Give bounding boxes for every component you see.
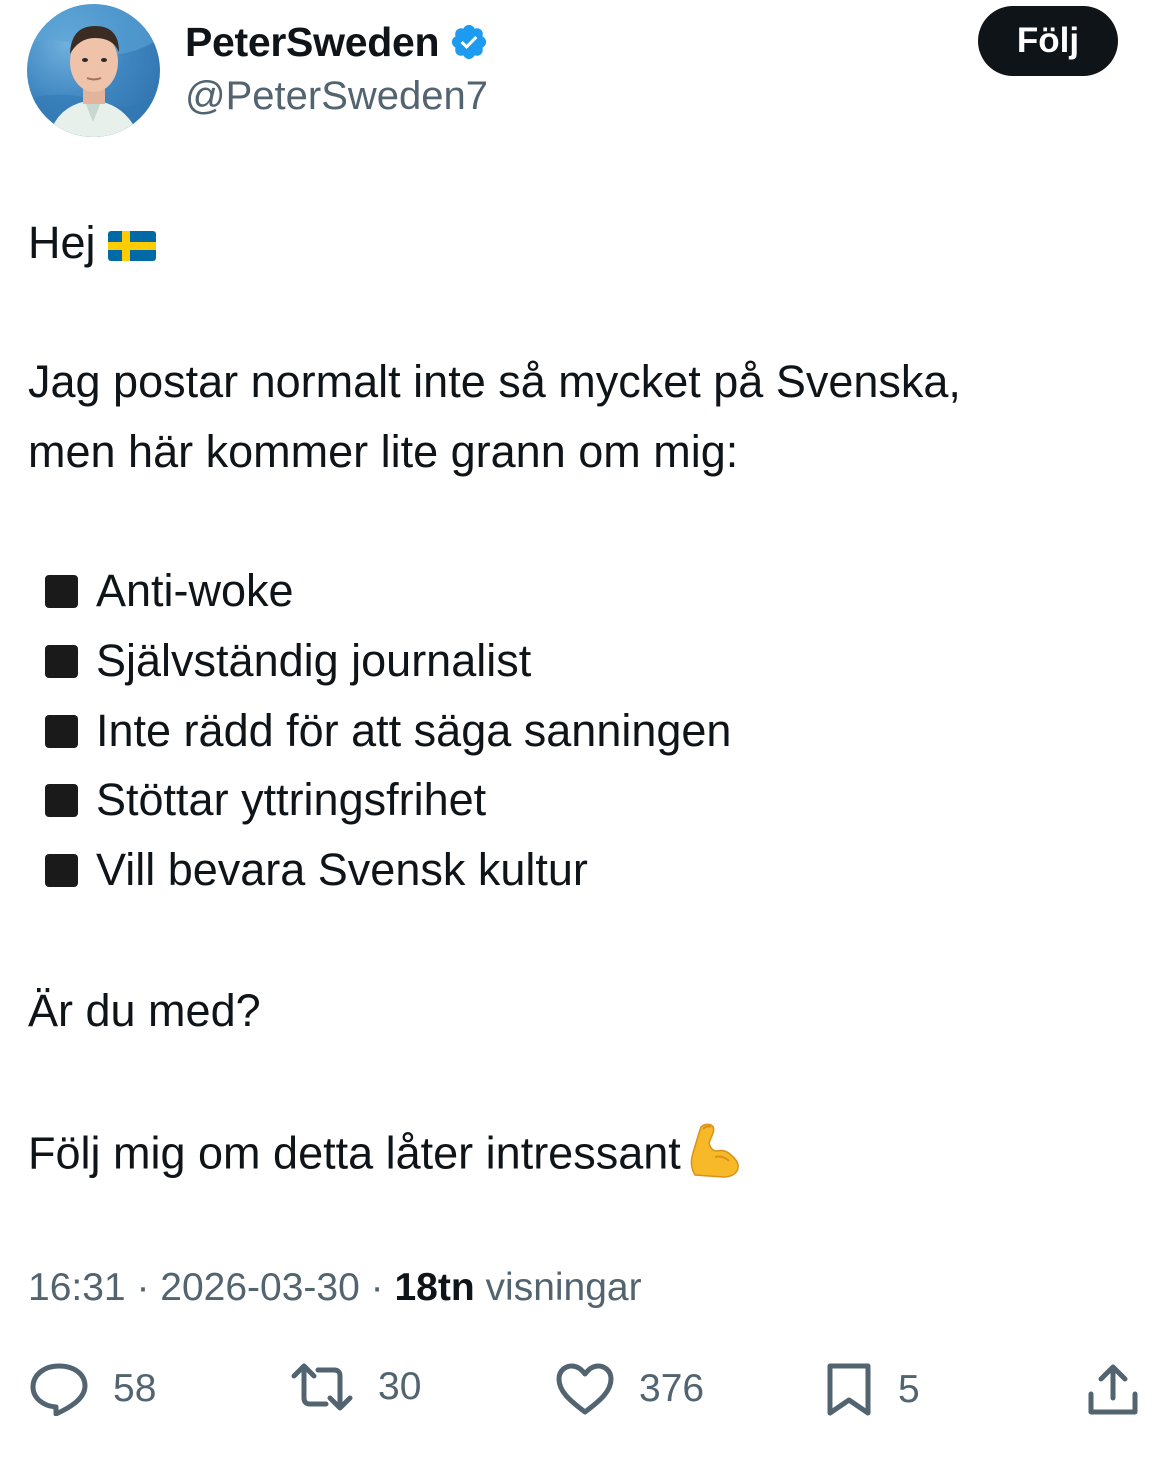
tweet-date[interactable]: 2026-03-30 xyxy=(160,1266,360,1309)
repost-button[interactable]: 30 xyxy=(290,1362,421,1412)
black-square-icon xyxy=(45,853,78,887)
bullet-text: Stöttar yttringsfrihet xyxy=(96,774,487,825)
tweet-greeting: Hej xyxy=(28,217,96,268)
views-label: visningar xyxy=(485,1266,642,1309)
follow-button[interactable]: Följ xyxy=(978,6,1118,76)
bullet-item: Anti-woke xyxy=(45,563,294,619)
meta-separator: · xyxy=(136,1266,150,1309)
heart-icon xyxy=(556,1363,614,1415)
tweet-intro-line-2: men här kommer lite grann om mig: xyxy=(28,426,739,477)
reply-count: 58 xyxy=(113,1367,157,1410)
tweet-meta: 16:31 · 2026-03-30 · 18tn visningar xyxy=(28,1263,642,1313)
bullet-text: Självständig journalist xyxy=(96,635,532,686)
black-square-icon xyxy=(45,644,78,678)
like-count: 376 xyxy=(639,1367,705,1410)
avatar[interactable] xyxy=(27,4,160,137)
bookmark-button[interactable]: 5 xyxy=(824,1362,920,1418)
bullet-item: Självständig journalist xyxy=(45,633,531,689)
bullet-item: Vill bevara Svensk kultur xyxy=(45,842,588,898)
flexed-biceps-icon xyxy=(685,1121,743,1192)
author-name-row[interactable]: PeterSweden xyxy=(185,16,489,68)
tweet-time[interactable]: 16:31 xyxy=(28,1266,126,1309)
bullet-text: Inte rädd för att säga sanningen xyxy=(96,705,732,756)
meta-separator: · xyxy=(370,1266,384,1309)
share-button[interactable] xyxy=(1085,1362,1141,1418)
like-button[interactable]: 376 xyxy=(555,1362,704,1416)
reply-icon xyxy=(30,1363,88,1416)
share-icon xyxy=(1088,1364,1138,1415)
tweet-cta: Följ mig om detta låter intressant xyxy=(28,1127,681,1179)
bullet-item: Inte rädd för att säga sanningen xyxy=(45,703,731,759)
black-square-icon xyxy=(45,783,78,817)
black-square-icon xyxy=(45,714,78,748)
avatar-image xyxy=(27,4,160,137)
verified-badge-icon[interactable] xyxy=(449,22,489,62)
tweet-greeting-line: Hej xyxy=(28,215,156,274)
sweden-flag-icon xyxy=(107,218,156,274)
bullet-text: Vill bevara Svensk kultur xyxy=(96,844,588,895)
tweet-intro-line-1: Jag postar normalt inte så mycket på Sve… xyxy=(28,356,961,407)
black-square-icon xyxy=(45,574,78,608)
tweet-question: Är du med? xyxy=(28,985,261,1036)
views-count[interactable]: 18tn xyxy=(394,1266,474,1309)
repost-count: 30 xyxy=(378,1365,422,1408)
reply-button[interactable]: 58 xyxy=(29,1362,156,1416)
display-name[interactable]: PeterSweden xyxy=(185,16,440,68)
bookmark-icon xyxy=(827,1363,871,1416)
bookmark-count: 5 xyxy=(898,1368,920,1411)
repost-icon xyxy=(291,1363,353,1411)
bullet-item: Stöttar yttringsfrihet xyxy=(45,772,486,828)
tweet-cta-line: Följ mig om detta låter intressant xyxy=(28,1121,743,1192)
bullet-text: Anti-woke xyxy=(96,565,294,616)
author-handle[interactable]: @PeterSweden7 xyxy=(185,72,488,120)
